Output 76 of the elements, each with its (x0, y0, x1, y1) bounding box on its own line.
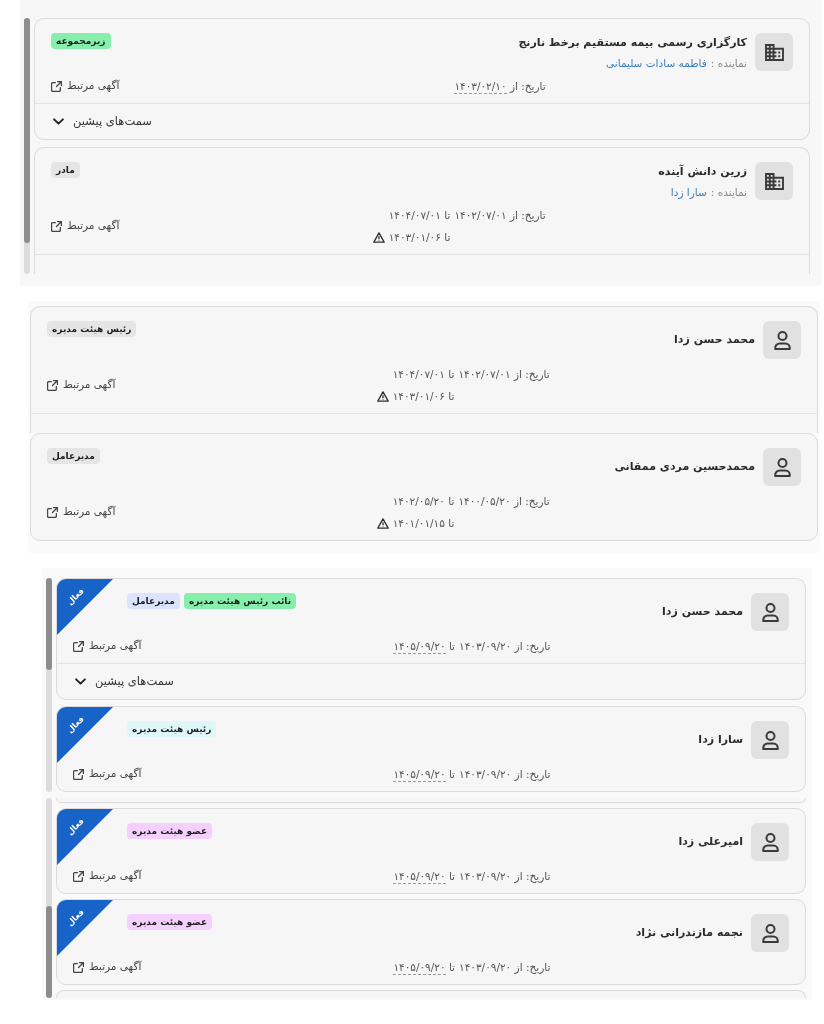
person-icon (751, 593, 789, 631)
end-date: تا ۱۴۰۴/۰۷/۰۱ (392, 367, 455, 382)
warning-icon (372, 231, 385, 243)
external-link-icon (47, 506, 58, 518)
representative-label: نماینده : (710, 184, 747, 200)
card-title: نجمه مازندرانی نژاد (635, 925, 743, 941)
related-ad-link[interactable]: آگهی مرتبط (73, 868, 142, 884)
related-ad-link[interactable]: آگهی مرتبط (51, 218, 120, 234)
start-date: تاریخ: از ۱۴۰۲/۰۷/۰۱ (458, 367, 550, 383)
end-date: تا ۱۴۰۴/۰۷/۰۱ (388, 208, 451, 223)
external-link-icon (73, 961, 84, 973)
person-icon (763, 448, 801, 486)
end-date: تا ۱۴۰۲/۰۵/۲۰ (392, 494, 455, 509)
person-icon (751, 721, 789, 759)
card-title: محمد حسن زدا (662, 604, 743, 620)
related-ad-link[interactable]: آگهی مرتبط (47, 504, 116, 520)
history-toggle[interactable]: سمت‌های پیشین (53, 112, 152, 131)
end-date: تا ۱۴۰۵/۰۹/۲۰ (393, 960, 456, 977)
person-icon (763, 321, 801, 359)
person-icon (751, 823, 789, 861)
role-tag: مدیرعامل (127, 593, 180, 609)
external-link-icon (47, 379, 58, 391)
external-link-icon (73, 870, 84, 882)
card-title: محمد حسن زدا (674, 332, 755, 348)
external-link-icon (51, 220, 62, 232)
external-link-icon (51, 80, 62, 92)
role-tag: عضو هیئت مدیره (127, 823, 213, 839)
end-date: تا ۱۴۰۵/۰۹/۲۰ (393, 767, 456, 784)
related-ad-link[interactable]: آگهی مرتبط (73, 766, 142, 782)
card-title: امیرعلی زدا (678, 834, 743, 850)
building-icon (755, 162, 793, 200)
status-ribbon: فعال (57, 900, 113, 956)
card-title: محمدحسین مردی ممقانی (614, 459, 755, 475)
role-tag: نائب رئیس هیئت مدیره (183, 593, 297, 609)
related-ad-link[interactable]: آگهی مرتبط (47, 377, 116, 393)
scrollbar-thumb[interactable] (46, 578, 52, 670)
warning-icon (376, 390, 389, 402)
representative-link[interactable]: فاطمه سادات سلیمانی (606, 54, 707, 71)
scrollbar-thumb[interactable] (46, 906, 52, 998)
role-tag: رئیس هیئت مدیره (127, 721, 217, 737)
start-date: تاریخ: از ۱۴۰۳/۰۹/۲۰ (459, 639, 551, 655)
representative-label: نماینده : (710, 55, 747, 71)
status-ribbon: فعال (57, 707, 113, 763)
relation-tag: مادر (51, 162, 80, 178)
history-toggle[interactable]: سمت‌های پیشین (75, 672, 174, 691)
end-date: تا ۱۴۰۳/۰۱/۰۶ (388, 230, 451, 245)
external-link-icon (73, 768, 84, 780)
start-date: تاریخ: از ۱۴۰۳/۰۲/۱۰ (454, 79, 546, 96)
end-date: تا ۱۴۰۳/۰۱/۰۶ (392, 389, 455, 404)
end-date: تا ۱۴۰۱/۰۱/۱۵ (392, 516, 455, 531)
external-link-icon (73, 640, 84, 652)
start-date: تاریخ: از ۱۴۰۲/۰۷/۰۱ (454, 208, 546, 224)
status-ribbon: فعال (57, 579, 113, 635)
role-tag: عضو هیئت مدیره (127, 914, 213, 930)
start-date: تاریخ: از ۱۴۰۳/۰۹/۲۰ (459, 767, 551, 783)
person-icon (751, 914, 789, 952)
relation-tag: زیرمجموعه (51, 33, 111, 49)
start-date: تاریخ: از ۱۴۰۳/۰۹/۲۰ (459, 869, 551, 885)
representative-link[interactable]: سارا زدا (670, 183, 707, 200)
building-icon (755, 33, 793, 71)
end-date: تا ۱۴۰۵/۰۹/۲۰ (393, 639, 456, 656)
scrollbar[interactable] (46, 798, 52, 998)
end-date: تا ۱۴۰۵/۰۹/۲۰ (393, 869, 456, 886)
related-ad-link[interactable]: آگهی مرتبط (73, 959, 142, 975)
scrollbar[interactable] (46, 578, 52, 792)
related-ad-link[interactable]: آگهی مرتبط (73, 638, 142, 654)
warning-icon (376, 517, 389, 529)
card-title: کارگزاری رسمی بیمه مستقیم برخط نارنج (518, 34, 747, 51)
card-title: زرین دانش آینده (658, 163, 747, 180)
start-date: تاریخ: از ۱۴۰۳/۰۹/۲۰ (459, 960, 551, 976)
related-ad-link[interactable]: آگهی مرتبط (51, 78, 120, 94)
role-tag: رئیس هیئت مدیره (47, 321, 137, 337)
card-title: سارا زدا (698, 732, 743, 748)
start-date: تاریخ: از ۱۴۰۰/۰۵/۲۰ (458, 494, 550, 510)
status-ribbon: فعال (57, 809, 113, 865)
role-tag: مدیرعامل (47, 448, 100, 464)
